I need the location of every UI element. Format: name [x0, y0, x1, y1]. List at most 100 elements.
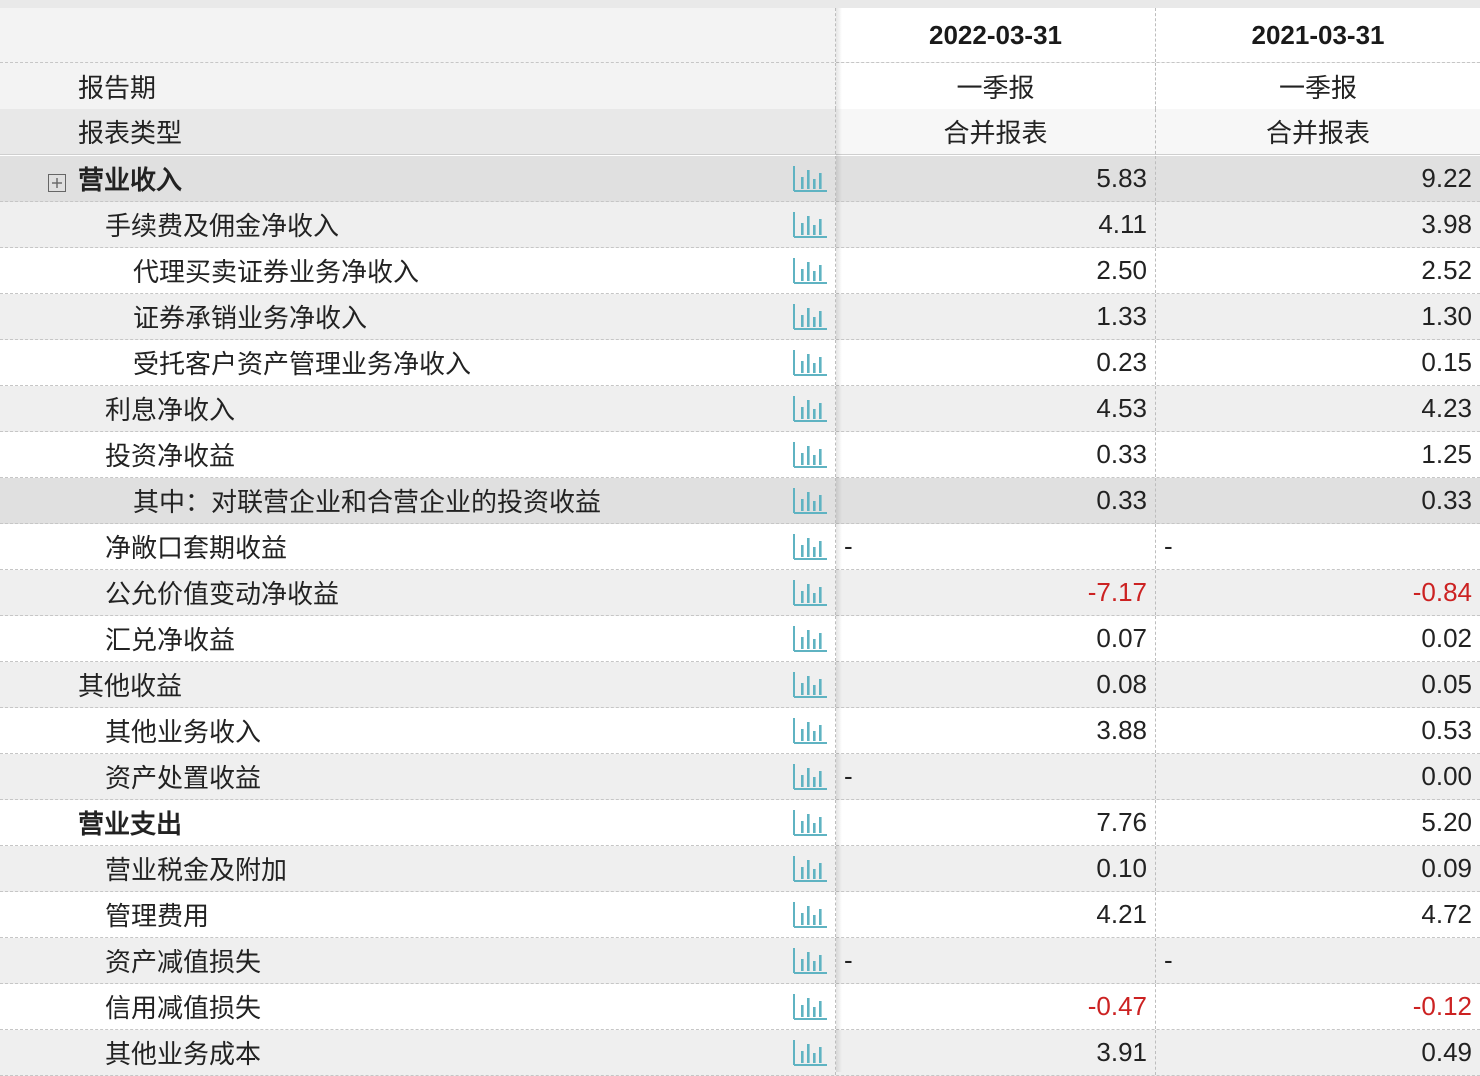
- value-period-2: 0.05: [1421, 669, 1472, 699]
- table-row[interactable]: 信用减值损失 -0.47 -0.12: [0, 984, 1480, 1030]
- column-header-period-1[interactable]: 2022-03-31: [836, 8, 1156, 62]
- value-period-2: 0.33: [1421, 485, 1472, 515]
- value-period-2: 5.20: [1421, 807, 1472, 837]
- table-row[interactable]: 营业税金及附加 0.10 0.09: [0, 846, 1480, 892]
- bar-chart-icon[interactable]: [792, 348, 828, 378]
- value-period-1: 0.08: [836, 662, 1156, 707]
- value-period-2: 0.49: [1421, 1037, 1472, 1067]
- report-period-value-2: 一季报: [1156, 63, 1480, 109]
- bar-chart-icon[interactable]: [792, 854, 828, 884]
- bar-chart-icon[interactable]: [792, 302, 828, 332]
- row-label-cell: 其他收益: [0, 662, 836, 707]
- table-row[interactable]: 证券承销业务净收入 1.33 1.30: [0, 294, 1480, 340]
- bar-chart-icon[interactable]: [792, 578, 828, 608]
- table-row[interactable]: 利息净收入 4.53 4.23: [0, 386, 1480, 432]
- value-period-2: 0.00: [1421, 761, 1472, 791]
- table-row[interactable]: 其他收益 0.08 0.05: [0, 662, 1480, 708]
- value-period-1: 4.53: [836, 386, 1156, 431]
- row-label-cell: 利息净收入: [0, 386, 836, 431]
- row-label: 投资净收益: [105, 442, 236, 472]
- value-period-1: 2.50: [836, 248, 1156, 293]
- table-row[interactable]: 受托客户资产管理业务净收入 0.23 0.15: [0, 340, 1480, 386]
- value-period-1: 3.88: [836, 708, 1156, 753]
- row-label-cell: 公允价值变动净收益: [0, 570, 836, 615]
- row-label: 其他业务收入: [105, 718, 262, 748]
- table-header: 2022-03-31 2021-03-31: [0, 8, 1480, 63]
- bar-chart-icon[interactable]: [792, 164, 828, 194]
- bar-chart-icon[interactable]: [792, 440, 828, 470]
- bar-chart-icon[interactable]: [792, 1038, 828, 1068]
- top-border: [0, 0, 1480, 8]
- table-row[interactable]: 营业收入 5.83 9.22: [0, 156, 1480, 202]
- bar-chart-icon[interactable]: [792, 762, 828, 792]
- row-label: 营业税金及附加: [105, 856, 288, 886]
- value-period-1: 3.91: [836, 1030, 1156, 1075]
- bar-chart-icon[interactable]: [792, 670, 828, 700]
- report-period-row: 报告期 一季报 一季报: [0, 63, 1480, 109]
- bar-chart-icon[interactable]: [792, 624, 828, 654]
- table-row[interactable]: 手续费及佣金净收入 4.11 3.98: [0, 202, 1480, 248]
- table-row[interactable]: 其中：对联营企业和合营企业的投资收益 0.33 0.33: [0, 478, 1480, 524]
- value-period-2: 9.22: [1421, 163, 1472, 193]
- value-period-1: 1.33: [836, 294, 1156, 339]
- row-label-cell: 营业收入: [0, 156, 836, 201]
- table-row[interactable]: 管理费用 4.21 4.72: [0, 892, 1480, 938]
- bar-chart-icon[interactable]: [792, 532, 828, 562]
- value-period-2: 4.23: [1421, 393, 1472, 423]
- row-label: 资产处置收益: [105, 764, 262, 794]
- value-period-1: -: [836, 524, 1156, 569]
- row-label-cell: 其他业务收入: [0, 708, 836, 753]
- table-row[interactable]: 汇兑净收益 0.07 0.02: [0, 616, 1480, 662]
- row-label-cell: 其中：对联营企业和合营企业的投资收益: [0, 478, 836, 523]
- bar-chart-icon[interactable]: [792, 992, 828, 1022]
- bar-chart-icon[interactable]: [792, 256, 828, 286]
- table-row[interactable]: 营业支出 7.76 5.20: [0, 800, 1480, 846]
- row-label: 代理买卖证券业务净收入: [133, 258, 420, 288]
- plus-square-icon[interactable]: [48, 169, 66, 192]
- value-period-1: 0.33: [836, 432, 1156, 477]
- table-row[interactable]: 资产处置收益 - 0.00: [0, 754, 1480, 800]
- row-label: 营业支出: [78, 810, 183, 840]
- value-period-2: 1.30: [1421, 301, 1472, 331]
- row-label: 信用减值损失: [105, 994, 262, 1024]
- row-label: 其中：对联营企业和合营企业的投资收益: [133, 488, 602, 518]
- table-row[interactable]: 投资净收益 0.33 1.25: [0, 432, 1480, 478]
- row-label: 报表类型: [0, 109, 836, 154]
- value-period-1: -0.47: [836, 984, 1156, 1029]
- row-label-cell: 手续费及佣金净收入: [0, 202, 836, 247]
- row-label-cell: 营业税金及附加: [0, 846, 836, 891]
- bar-chart-icon[interactable]: [792, 394, 828, 424]
- row-label-cell: 投资净收益: [0, 432, 836, 477]
- row-label-cell: 证券承销业务净收入: [0, 294, 836, 339]
- table-row[interactable]: 其他业务成本 3.91 0.49: [0, 1030, 1480, 1076]
- table-row[interactable]: 代理买卖证券业务净收入 2.50 2.52: [0, 248, 1480, 294]
- row-label: 公允价值变动净收益: [105, 580, 340, 610]
- bar-chart-icon[interactable]: [792, 486, 828, 516]
- row-label-cell: 受托客户资产管理业务净收入: [0, 340, 836, 385]
- row-label: 受托客户资产管理业务净收入: [133, 350, 472, 380]
- row-label-cell: 汇兑净收益: [0, 616, 836, 661]
- row-label: 资产减值损失: [105, 948, 262, 978]
- bar-chart-icon[interactable]: [792, 808, 828, 838]
- value-period-2: -: [1164, 945, 1173, 975]
- header-label-cell: [0, 8, 836, 62]
- row-label: 营业收入: [78, 166, 183, 196]
- table-row[interactable]: 资产减值损失 - -: [0, 938, 1480, 984]
- value-period-1: -: [836, 754, 1156, 799]
- value-period-1: 4.11: [836, 202, 1156, 247]
- row-label: 报告期: [0, 63, 836, 109]
- table-row[interactable]: 其他业务收入 3.88 0.53: [0, 708, 1480, 754]
- report-period-value-1: 一季报: [836, 63, 1156, 109]
- bar-chart-icon[interactable]: [792, 210, 828, 240]
- table-row[interactable]: 公允价值变动净收益 -7.17 -0.84: [0, 570, 1480, 616]
- value-period-2: 0.53: [1421, 715, 1472, 745]
- column-header-period-2[interactable]: 2021-03-31: [1156, 8, 1480, 62]
- value-period-2: 0.09: [1421, 853, 1472, 883]
- row-label: 其他业务成本: [105, 1040, 262, 1070]
- value-period-2: -: [1164, 531, 1173, 561]
- bar-chart-icon[interactable]: [792, 946, 828, 976]
- row-label-cell: 信用减值损失: [0, 984, 836, 1029]
- bar-chart-icon[interactable]: [792, 900, 828, 930]
- bar-chart-icon[interactable]: [792, 716, 828, 746]
- table-row[interactable]: 净敞口套期收益 - -: [0, 524, 1480, 570]
